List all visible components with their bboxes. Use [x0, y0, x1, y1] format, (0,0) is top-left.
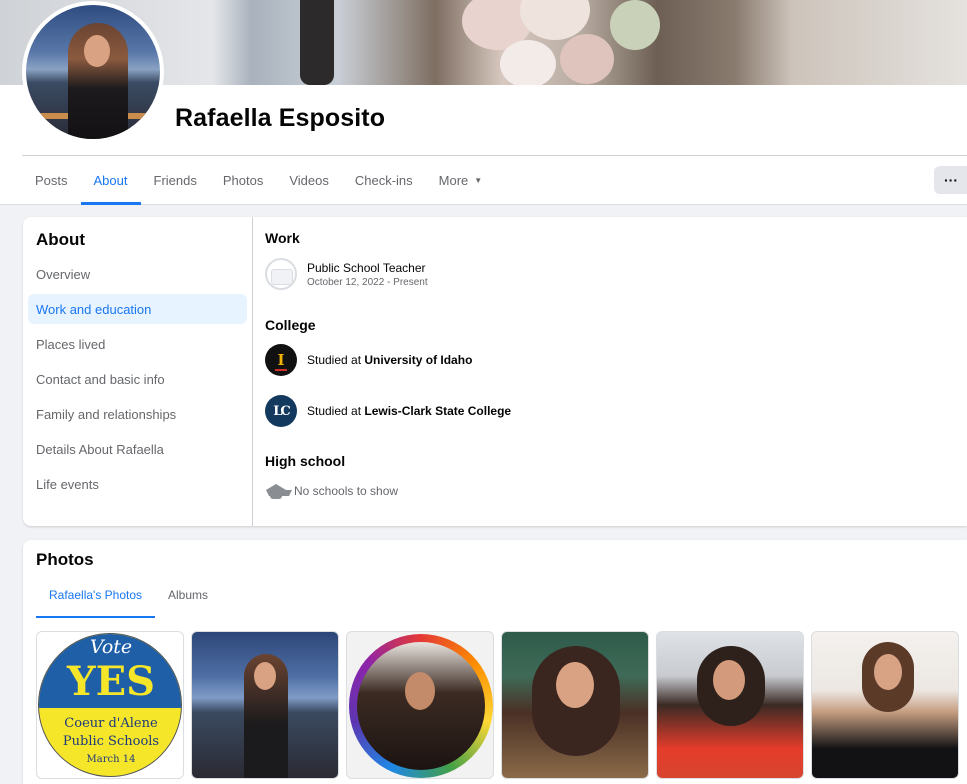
sign-line-2: Public Schools — [62, 734, 160, 749]
profile-name: Rafaella Esposito — [175, 104, 386, 132]
college-name-link[interactable]: Lewis-Clark State College — [364, 404, 511, 418]
about-divider — [252, 217, 253, 526]
photo-thumbnail[interactable] — [811, 631, 959, 779]
college-prefix: Studied at — [307, 404, 365, 418]
photo-thumbnail[interactable] — [656, 631, 804, 779]
photo-thumbnail[interactable] — [346, 631, 494, 779]
tab-about[interactable]: About — [80, 156, 141, 205]
avatar — [26, 5, 160, 139]
about-nav-overview[interactable]: Overview — [28, 259, 247, 289]
workplace-icon[interactable] — [265, 258, 297, 290]
about-card: About Overview Work and education Places… — [23, 217, 967, 526]
about-nav-family-relationships[interactable]: Family and relationships — [28, 399, 247, 429]
profile-header: Rafaella Esposito Posts About Friends Ph… — [0, 0, 967, 205]
job-title[interactable]: Public School Teacher — [307, 261, 428, 275]
tab-check-ins[interactable]: Check-ins — [342, 156, 426, 204]
tab-more[interactable]: More ▼ — [426, 156, 496, 204]
profile-tabs: Posts About Friends Photos Videos Check-… — [22, 156, 496, 205]
caret-down-icon: ▼ — [474, 175, 483, 185]
tab-videos[interactable]: Videos — [276, 156, 342, 204]
profile-picture[interactable] — [22, 1, 164, 143]
sign-line-1: Coeur d'Alene — [64, 716, 158, 731]
high-school-section-title: High school — [265, 453, 346, 469]
college-section-title: College — [265, 317, 316, 333]
no-schools-text: No schools to show — [294, 484, 399, 498]
about-nav-life-events[interactable]: Life events — [28, 469, 247, 499]
lewis-clark-logo-icon[interactable]: LC — [265, 395, 297, 427]
college-prefix: Studied at — [307, 353, 365, 367]
sign-date: March 14 — [86, 754, 136, 765]
photos-tabs: Rafaella's Photos Albums — [36, 572, 221, 618]
tab-more-label: More — [438, 172, 469, 188]
graduation-cap-icon — [265, 482, 292, 500]
vote-text: Vote — [89, 636, 133, 658]
college-entry: I Studied at University of Idaho — [265, 344, 472, 376]
about-nav-work-education[interactable]: Work and education — [28, 294, 247, 324]
university-of-idaho-logo-icon[interactable]: I — [265, 344, 297, 376]
tab-photos[interactable]: Photos — [210, 156, 276, 204]
about-nav-places-lived[interactable]: Places lived — [28, 329, 247, 359]
about-nav-contact-info[interactable]: Contact and basic info — [28, 364, 247, 394]
job-dates: October 12, 2022 - Present — [307, 276, 428, 288]
tab-albums[interactable]: Albums — [155, 572, 221, 618]
photo-thumbnail[interactable] — [501, 631, 649, 779]
about-nav: Overview Work and education Places lived… — [28, 259, 247, 504]
college-entry: LC Studied at Lewis-Clark State College — [265, 395, 511, 427]
yes-text: YES — [67, 658, 155, 705]
work-section-title: Work — [265, 230, 300, 246]
photo-grid: Vote YES Coeur d'Alene Public Schools Ma… — [36, 631, 959, 779]
tab-posts[interactable]: Posts — [22, 156, 81, 204]
photo-thumbnail[interactable]: Vote YES Coeur d'Alene Public Schools Ma… — [36, 631, 184, 779]
college-name-link[interactable]: University of Idaho — [364, 353, 472, 367]
photos-card: Photos Rafaella's Photos Albums Vote YES… — [23, 540, 967, 784]
tab-friends[interactable]: Friends — [141, 156, 210, 204]
more-options-button[interactable]: ··· — [934, 166, 967, 194]
photos-title[interactable]: Photos — [36, 550, 94, 570]
high-school-empty: No schools to show — [265, 482, 398, 500]
about-title: About — [36, 230, 86, 249]
photo-thumbnail[interactable] — [191, 631, 339, 779]
tab-rafaellas-photos[interactable]: Rafaella's Photos — [36, 572, 156, 618]
work-entry: Public School Teacher October 12, 2022 -… — [265, 258, 428, 290]
about-nav-details[interactable]: Details About Rafaella — [28, 434, 247, 464]
